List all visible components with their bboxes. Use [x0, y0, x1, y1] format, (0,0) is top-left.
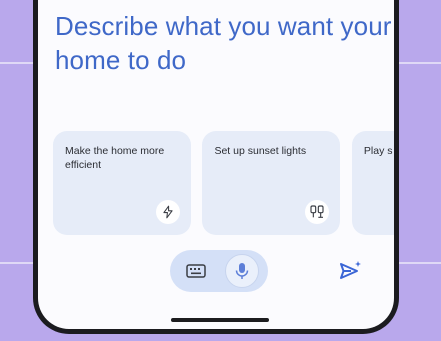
mic-icon — [235, 263, 249, 279]
suggestion-card-play[interactable]: Play s when — [351, 131, 394, 235]
send-button[interactable] — [336, 257, 364, 285]
suggestion-card-efficient[interactable]: Make the home more efficient — [53, 131, 191, 235]
suggestion-card-label: Make the home more efficient — [65, 145, 165, 171]
phone-screen: Describe what you want your home to do M… — [38, 0, 394, 329]
phone-frame: Describe what you want your home to do M… — [33, 0, 399, 334]
suggestion-card-label: Set up sunset lights — [214, 145, 307, 157]
suggestion-list[interactable]: Make the home more efficient Set up suns… — [53, 131, 394, 235]
input-mode-pill — [170, 250, 268, 292]
bolt-icon — [156, 200, 180, 224]
lights-icon — [305, 200, 330, 224]
page-title: Describe what you want your home to do — [55, 11, 392, 75]
mic-button[interactable] — [225, 254, 259, 288]
suggestion-card-label: Play s when — [363, 145, 394, 157]
send-sparkle-icon — [340, 261, 361, 279]
keyboard-button[interactable] — [184, 261, 208, 281]
suggestion-card-sunset[interactable]: Set up sunset lights — [202, 131, 341, 235]
keyboard-icon — [186, 264, 206, 278]
home-indicator[interactable] — [171, 318, 269, 322]
